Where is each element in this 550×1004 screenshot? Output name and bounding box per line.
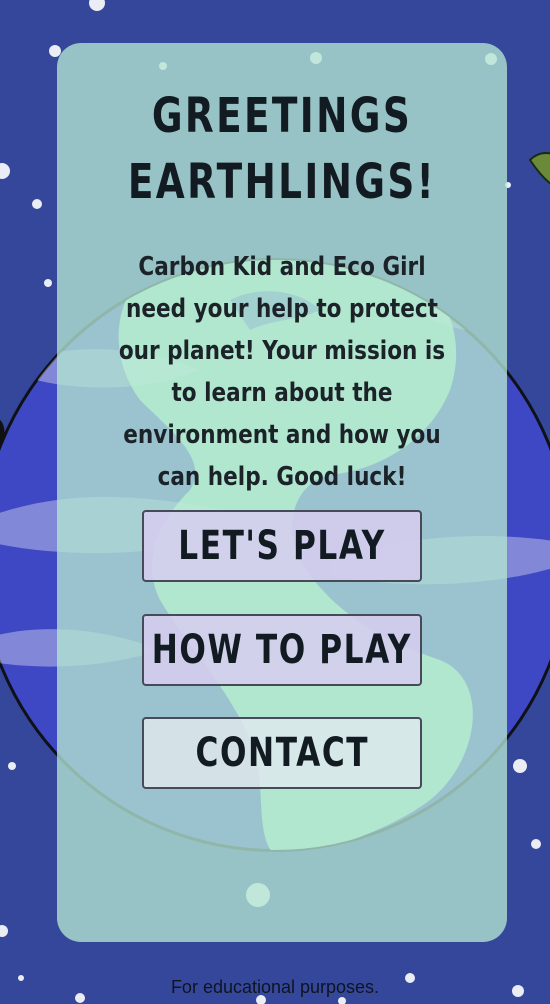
- contact-button[interactable]: CONTACT: [142, 717, 422, 789]
- intro-card: GREETINGS EARTHLINGS! Carbon Kid and Eco…: [57, 43, 507, 942]
- intro-text: Carbon Kid and Eco Girl need your help t…: [118, 252, 446, 492]
- lets-play-label: LET'S PLAY: [178, 523, 386, 569]
- footer-note: For educational purposes.: [170, 977, 380, 997]
- contact-label: CONTACT: [195, 730, 369, 776]
- title-line-2: EARTHLINGS!: [127, 154, 437, 210]
- page-title: GREETINGS EARTHLINGS!: [107, 83, 458, 215]
- how-to-play-button[interactable]: HOW TO PLAY: [142, 614, 422, 686]
- title-line-1: GREETINGS: [151, 88, 413, 144]
- lets-play-button[interactable]: LET'S PLAY: [142, 510, 422, 582]
- how-to-play-label: HOW TO PLAY: [151, 627, 413, 673]
